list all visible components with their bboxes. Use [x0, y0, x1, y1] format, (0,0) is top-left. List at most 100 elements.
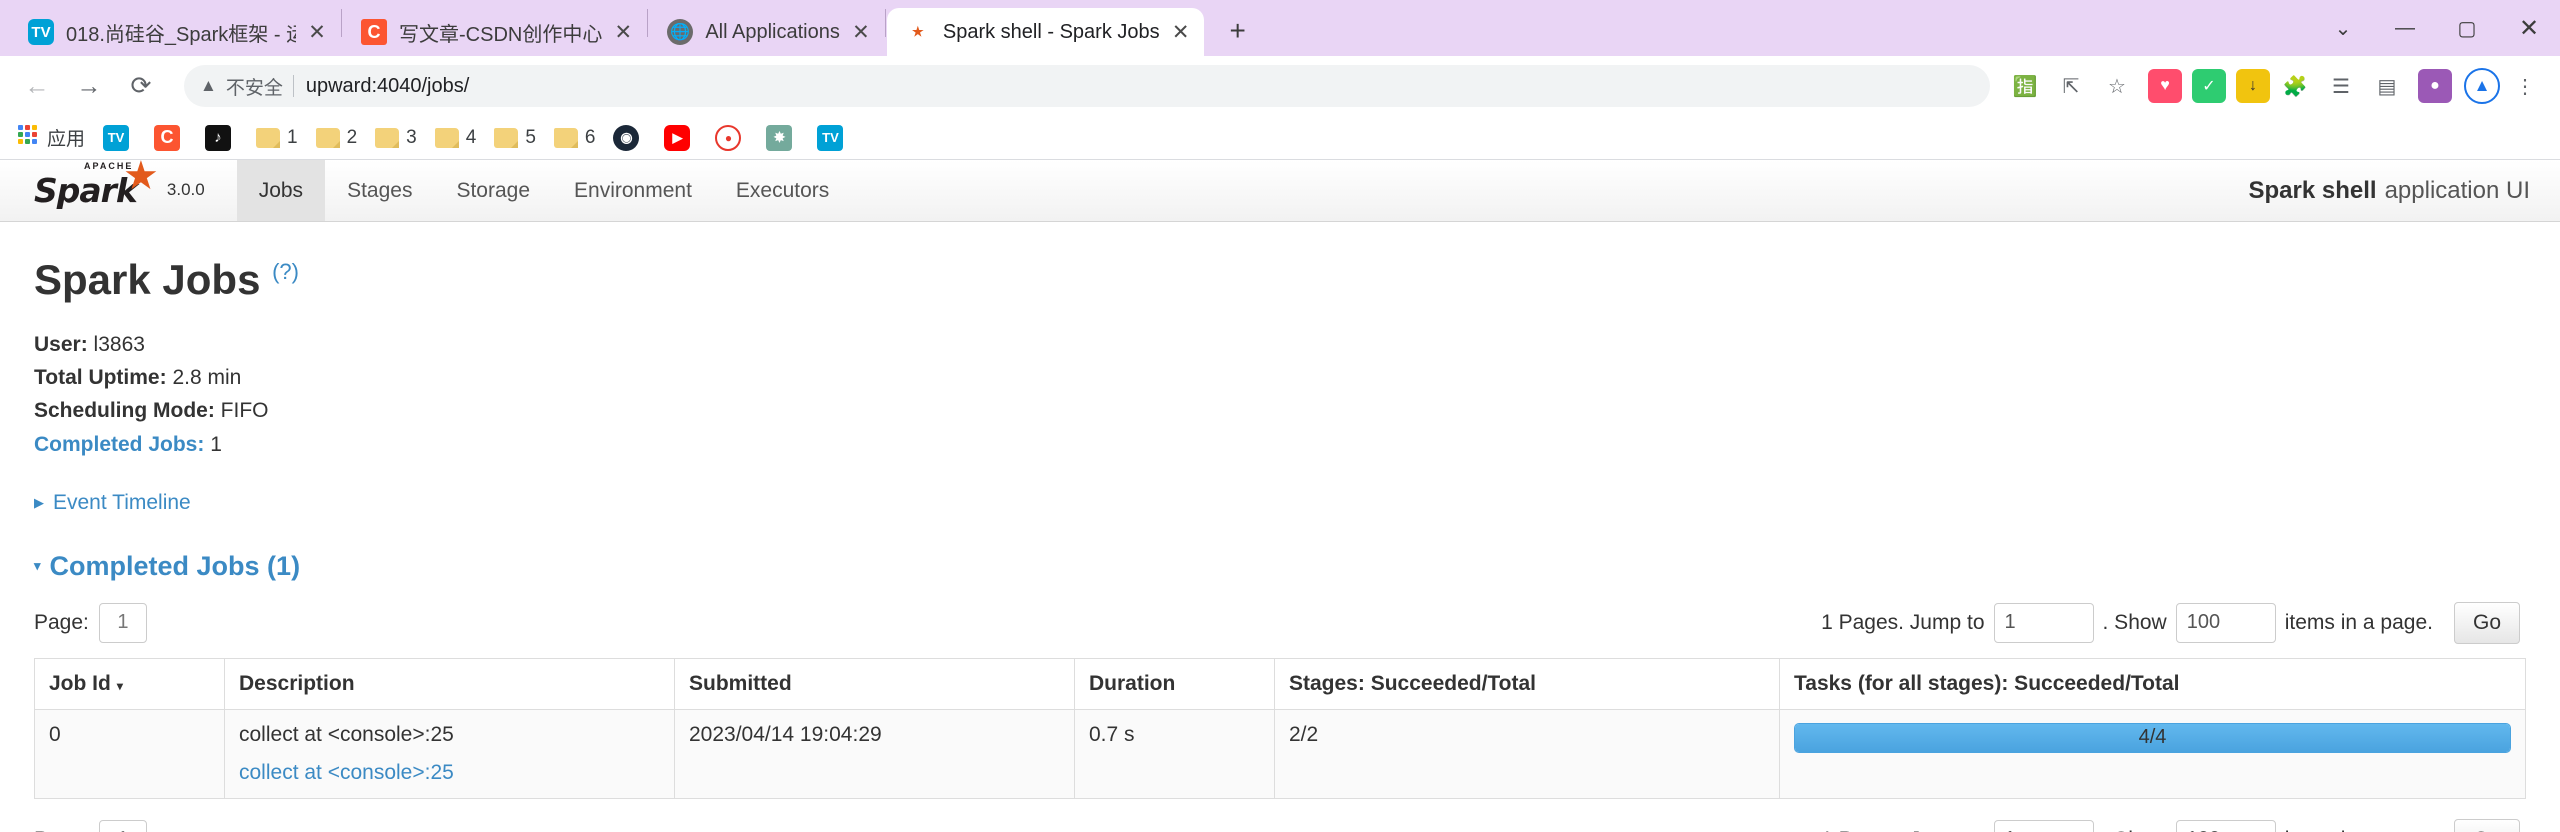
help-link[interactable]: (?): [272, 259, 299, 284]
spark-logo[interactable]: APACHE Spark ★ 3.0.0: [34, 160, 237, 221]
completed-jobs-section-header[interactable]: ▾ Completed Jobs (1): [34, 551, 2526, 582]
cell-tasks: 4/4: [1779, 708, 2526, 799]
tab-search-chevron-icon[interactable]: ⌄: [2312, 0, 2374, 56]
th-submitted[interactable]: Submitted: [674, 657, 1075, 710]
cell-job-id: 0: [34, 708, 225, 799]
bookmark-label: 应用: [47, 129, 86, 150]
application-name-suffix: application UI: [2384, 176, 2530, 204]
monkey-icon: ●: [715, 124, 742, 151]
summary-scheduling-label: Scheduling Mode:: [34, 399, 215, 423]
summary-uptime: Total Uptime: 2.8 min: [34, 361, 2526, 394]
page-input-top[interactable]: [98, 602, 147, 643]
shield-icon[interactable]: ✓: [2192, 69, 2226, 103]
application-name: Spark shell application UI: [2249, 160, 2530, 221]
nav-tab-executors[interactable]: Executors: [714, 160, 851, 221]
bookmark-folder-5[interactable]: 5: [494, 127, 536, 149]
csdn-icon: C: [154, 124, 181, 151]
bookmark-apps[interactable]: 应用: [14, 124, 85, 151]
jump-to-input-bottom[interactable]: [1993, 819, 2094, 832]
pagination-top: Page: 1 Pages. Jump to . Show items in a…: [34, 601, 2526, 644]
page-input-bottom[interactable]: [98, 819, 147, 832]
tab-close-button[interactable]: ✕: [1166, 17, 1196, 47]
tab-title: 018.尚硅谷_Spark框架 - 运行环境: [66, 23, 296, 46]
table-row: 0 collect at <console>:25 collect at <co…: [34, 708, 2526, 799]
browser-tab-3[interactable]: 🌐 All Applications ✕: [649, 8, 884, 56]
go-button-bottom[interactable]: Go: [2453, 818, 2520, 832]
minimize-button[interactable]: —: [2374, 0, 2436, 56]
summary-user-value: l3863: [93, 333, 145, 356]
summary-user: User: l3863: [34, 328, 2526, 361]
profile-extension-icon[interactable]: ●: [2418, 69, 2452, 103]
translate-icon[interactable]: 🈯: [2004, 65, 2046, 107]
spark-star-icon: ★: [123, 160, 159, 198]
forward-icon[interactable]: →: [66, 63, 112, 109]
bookmark-steam[interactable]: ◉: [613, 124, 646, 151]
nav-tab-environment[interactable]: Environment: [552, 160, 714, 221]
jump-to-input-top[interactable]: [1993, 602, 2094, 643]
avatar[interactable]: ▲: [2464, 68, 2500, 104]
tab-close-button[interactable]: ✕: [846, 17, 876, 47]
description-link[interactable]: collect at <console>:25: [239, 761, 660, 785]
bookmark-label: 2: [346, 126, 358, 148]
share-icon[interactable]: ⇱: [2050, 65, 2092, 107]
browser-tab-2[interactable]: C 写文章-CSDN创作中心 ✕: [343, 8, 646, 56]
bookmark-csdn[interactable]: C: [154, 124, 187, 151]
spark-logo-wordmark: Spark: [34, 171, 138, 210]
address-bar[interactable]: ▲ 不安全 upward:4040/jobs/: [184, 65, 1990, 107]
new-tab-button[interactable]: +: [1216, 9, 1260, 53]
browser-menu-icon[interactable]: ⋮: [2504, 65, 2546, 107]
nav-tab-storage[interactable]: Storage: [434, 160, 552, 221]
browser-window: TV 018.尚硅谷_Spark框架 - 运行环境 ✕ C 写文章-CSDN创作…: [0, 0, 2560, 832]
page-title-text: Spark Jobs: [34, 256, 261, 303]
th-duration[interactable]: Duration: [1074, 657, 1275, 710]
bookmark-bilibili[interactable]: TV: [103, 124, 136, 151]
bookmark-folder-2[interactable]: 2: [315, 126, 358, 149]
tab-title: 写文章-CSDN创作中心: [399, 23, 603, 46]
bookmark-star-icon[interactable]: ☆: [2096, 65, 2138, 107]
bookmark-folder-1[interactable]: 1: [256, 127, 298, 149]
bookmark-monkey[interactable]: ●: [715, 124, 748, 151]
bookmark-chatgpt[interactable]: ✸: [766, 124, 799, 151]
browser-tab-4-active[interactable]: ★ Spark shell - Spark Jobs ✕: [886, 8, 1204, 56]
summary-completed-link[interactable]: Completed Jobs:: [34, 433, 204, 456]
go-button-top[interactable]: Go: [2453, 601, 2520, 644]
nav-tab-jobs[interactable]: Jobs: [236, 160, 326, 221]
bookmark-tiktok[interactable]: ♪: [205, 124, 238, 151]
summary-scheduling-value: FIFO: [220, 399, 269, 423]
th-tasks[interactable]: Tasks (for all stages): Succeeded/Total: [1779, 657, 2526, 710]
th-job-id[interactable]: Job Id ▾: [34, 657, 225, 710]
tab-close-button[interactable]: ✕: [608, 17, 638, 47]
maximize-button[interactable]: ▢: [2436, 0, 2498, 56]
spark-icon: ★: [912, 24, 924, 39]
window-controls: ⌄ — ▢ ✕: [2312, 0, 2560, 56]
folder-icon: [375, 127, 400, 148]
bookmark-bilibili-2[interactable]: TV: [817, 124, 850, 151]
summary-completed-value: 1: [210, 432, 222, 456]
th-description[interactable]: Description: [224, 657, 675, 710]
spark-nav-tabs: Jobs Stages Storage Environment Executor…: [236, 160, 852, 221]
show-items-input-top[interactable]: [2175, 602, 2276, 643]
not-secure-warning-icon: ▲: [200, 76, 217, 95]
puzzle-icon[interactable]: 🧩: [2274, 65, 2316, 107]
heart-icon[interactable]: ♥: [2148, 69, 2182, 103]
bookmark-folder-4[interactable]: 4: [434, 127, 476, 149]
pages-count-text-top: 1 Pages. Jump to: [1821, 610, 1985, 634]
reload-icon[interactable]: ⟳: [118, 63, 164, 109]
reading-list-icon[interactable]: ☰: [2320, 65, 2362, 107]
browser-tab-1[interactable]: TV 018.尚硅谷_Spark框架 - 运行环境 ✕: [10, 8, 340, 56]
back-icon[interactable]: ←: [14, 63, 60, 109]
tab-close-button[interactable]: ✕: [302, 17, 332, 47]
pagination-bottom: Page: 1 Pages. Jump to . Show items in a…: [34, 818, 2526, 832]
bookmark-youtube[interactable]: ▶: [664, 124, 697, 151]
bookmark-folder-3[interactable]: 3: [375, 127, 417, 149]
download-icon[interactable]: ↓: [2236, 69, 2270, 103]
show-items-input-bottom[interactable]: [2175, 819, 2276, 832]
th-stages[interactable]: Stages: Succeeded/Total: [1274, 657, 1780, 710]
bookmarks-bar: 应用 TV C ♪ 1 2 3 4 5 6 ◉ ▶ ● ✸ TV: [0, 116, 2560, 160]
bookmark-folder-6[interactable]: 6: [553, 127, 595, 149]
event-timeline-toggle[interactable]: ▶ Event Timeline: [34, 491, 191, 515]
nav-tab-stages[interactable]: Stages: [325, 160, 434, 221]
caret-right-icon: ▶: [34, 494, 44, 510]
window-close-button[interactable]: ✕: [2498, 0, 2560, 56]
side-panel-icon[interactable]: ▤: [2366, 65, 2408, 107]
